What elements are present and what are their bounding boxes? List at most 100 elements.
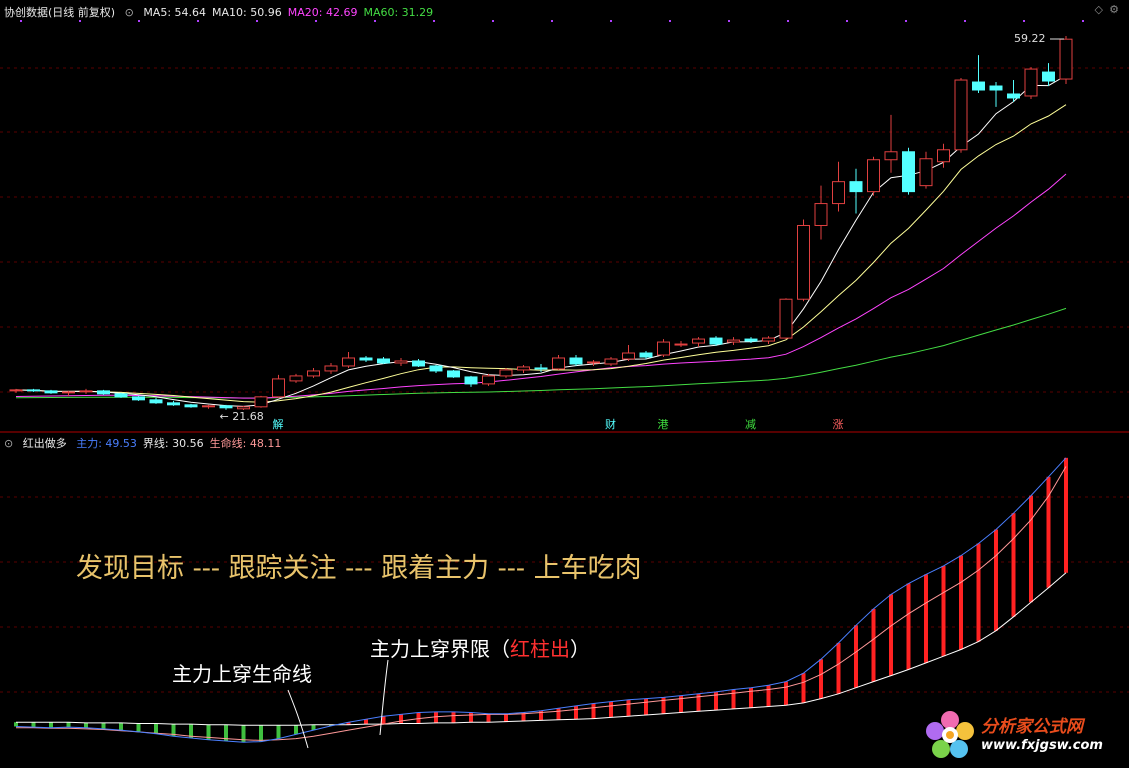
- red-bar: [556, 708, 561, 720]
- candle-body: [744, 338, 758, 342]
- candle-body: [569, 357, 583, 365]
- candle-body: [272, 378, 285, 398]
- top-dot-mark: [669, 20, 671, 22]
- candle-body: [622, 352, 635, 360]
- indicator-toggle-icon-2[interactable]: ⊙: [4, 437, 13, 450]
- settings-icon[interactable]: ⚙: [1109, 3, 1119, 16]
- candle-body: [954, 79, 968, 151]
- red-bar: [731, 689, 736, 709]
- top-dot-mark: [610, 20, 612, 22]
- diamond-icon[interactable]: ◇: [1095, 3, 1103, 16]
- top-dot-mark: [20, 20, 22, 22]
- red-bar: [469, 712, 473, 723]
- red-bar: [854, 625, 858, 688]
- candle-body: [219, 405, 233, 409]
- candle-body: [342, 357, 355, 367]
- candle-body: [534, 367, 548, 370]
- candle-body: [709, 337, 723, 345]
- red-bar: [591, 703, 596, 719]
- indicator-toggle-icon[interactable]: ⊙: [125, 6, 134, 19]
- candle-body: [849, 181, 863, 193]
- bottom-panel-header: ⊙ 红出做多 主力: 49.53 界线: 30.56 生命线: 48.11: [4, 435, 293, 451]
- candle-body: [1024, 68, 1038, 97]
- candle-body: [62, 391, 75, 394]
- red-bar: [959, 555, 963, 650]
- red-bar: [976, 543, 981, 642]
- flower-logo-icon: [926, 711, 974, 758]
- candle-body: [44, 390, 58, 394]
- green-bar: [14, 722, 18, 727]
- red-bar: [644, 698, 648, 715]
- candle-body: [289, 375, 303, 382]
- top-panel-header: 协创数据(日线 前复权) ⊙ MA5: 54.64 MA10: 50.96 MA20…: [4, 4, 445, 20]
- green-bar: [49, 722, 53, 728]
- watermark-url: www.fxjgsw.com: [981, 738, 1103, 753]
- candle-body: [552, 357, 565, 370]
- candle-body: [1042, 71, 1055, 82]
- red-bar: [626, 699, 631, 717]
- top-dot-mark: [79, 20, 81, 22]
- red-bar: [819, 659, 823, 699]
- candle-body: [237, 406, 250, 410]
- event-marker-2: 港: [658, 418, 669, 431]
- stock-title: 协创数据(日线 前复权): [4, 6, 116, 19]
- candle-body: [464, 376, 478, 385]
- red-bar: [836, 642, 841, 694]
- top-dot-mark: [787, 20, 789, 22]
- candle-body: [79, 390, 93, 393]
- red-bar: [941, 565, 946, 657]
- watermark-site-name: 分析家公式网: [981, 717, 1083, 737]
- annotation-cross-boundary: 主力上穿界限（红柱出）: [370, 633, 590, 662]
- ma5-line: [15, 75, 1067, 407]
- candle-body: [499, 369, 513, 377]
- top-dot-mark: [256, 20, 258, 22]
- green-bar: [259, 725, 263, 742]
- event-marker-4: 涨: [833, 418, 844, 431]
- red-bar: [399, 714, 403, 724]
- candle-body: [132, 396, 145, 401]
- green-bar: [31, 722, 36, 728]
- candle-body: [377, 358, 390, 364]
- candle-body: [359, 357, 373, 361]
- red-bar: [609, 701, 613, 718]
- green-bar: [294, 725, 298, 735]
- red-bar: [924, 574, 928, 663]
- indicator-values: 主力: 49.53 界线: 30.56 生命线: 48.11: [76, 437, 287, 450]
- candle-body: [412, 360, 425, 367]
- candle-body: [97, 390, 110, 395]
- candle-body: [517, 366, 530, 371]
- red-bar: [994, 529, 998, 631]
- top-dot-mark: [846, 20, 848, 22]
- top-dot-mark: [315, 20, 317, 22]
- annotation-cross-lifeline: 主力上穿生命线: [172, 662, 312, 686]
- red-bar: [486, 713, 491, 723]
- candle-body: [937, 149, 950, 163]
- watermark: 分析家公式网 www.fxjgsw.com: [923, 706, 1123, 764]
- event-marker-3: 减: [745, 418, 756, 431]
- indicator-value-0: 主力: 49.53: [76, 437, 137, 450]
- indicator-value-2: 生命线: 48.11: [209, 437, 282, 450]
- candle-body: [814, 203, 828, 226]
- ma60-line: [15, 307, 1067, 399]
- annotation-text: 主力上穿界限（: [370, 637, 510, 661]
- event-marker-1: 财: [605, 417, 616, 431]
- green-bar: [276, 725, 281, 739]
- indicator-ma20: MA20: 42.69: [287, 6, 358, 19]
- top-dot-mark: [492, 20, 494, 22]
- high-price-label: 59.22: [1014, 32, 1046, 45]
- candle-body: [27, 389, 40, 392]
- candle-body: [114, 393, 128, 398]
- candle-body: [797, 224, 810, 300]
- top-dot-mark: [1023, 20, 1025, 22]
- red-bar: [504, 713, 508, 722]
- red-bar: [871, 608, 876, 682]
- red-bar: [1029, 495, 1033, 603]
- indicator-ma10: MA10: 50.96: [212, 6, 282, 19]
- indicator-title: 红出做多: [22, 437, 67, 450]
- candle-body: [167, 402, 180, 406]
- candle-body: [919, 158, 933, 187]
- candle-body: [149, 399, 163, 404]
- candle-body: [639, 352, 653, 358]
- top-dot-mark: [374, 20, 376, 22]
- candle-body: [587, 361, 600, 364]
